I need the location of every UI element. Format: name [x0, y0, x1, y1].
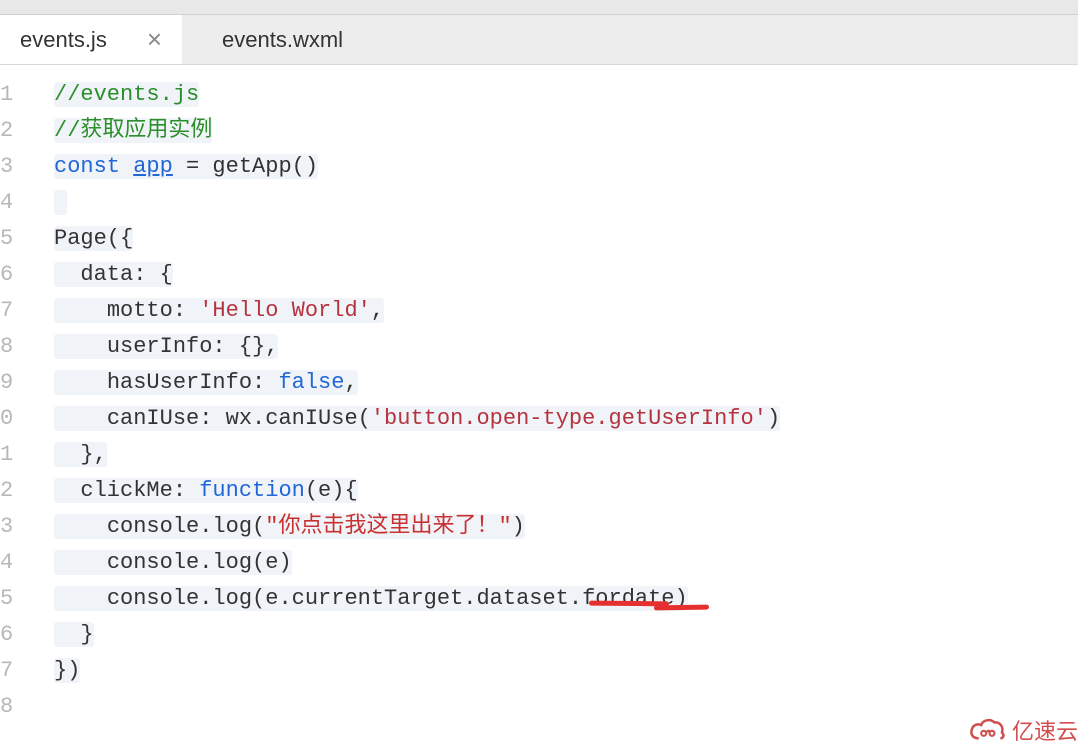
code-text: = getApp()	[173, 154, 318, 179]
line-number: 3	[0, 149, 11, 185]
code-line: //events.js	[54, 77, 1078, 113]
code-line: //获取应用实例	[54, 113, 1078, 149]
code-line: console.log(e.currentTarget.dataset.ford…	[54, 581, 1078, 617]
line-number: 1	[0, 77, 11, 113]
watermark: 亿速云	[967, 714, 1078, 746]
line-number: 4	[0, 185, 11, 221]
code-line: Page({	[54, 221, 1078, 257]
code-text: })	[54, 658, 80, 683]
line-number: 5	[0, 581, 11, 617]
code-line: })	[54, 653, 1078, 689]
code-line: },	[54, 437, 1078, 473]
code-line: console.log("你点击我这里出来了！")	[54, 509, 1078, 545]
line-number: 4	[0, 545, 11, 581]
code-text: console.log(e)	[107, 550, 292, 575]
code-content[interactable]: //events.js //获取应用实例 const app = getApp(…	[14, 65, 1078, 756]
comment: //events.js	[54, 82, 199, 107]
line-gutter: 1 2 3 4 5 6 7 8 9 0 1 2 3 4 5 6 7 8	[0, 65, 14, 756]
keyword: function	[199, 478, 305, 503]
string: "你点击我这里出来了！"	[265, 514, 511, 539]
tab-events-js[interactable]: events.js ×	[0, 15, 182, 64]
annotation-underline	[654, 605, 709, 611]
line-number: 1	[0, 437, 11, 473]
tab-label: events.js	[20, 27, 107, 53]
code-text: console.log(e.currentTarget.dataset.ford…	[107, 586, 688, 611]
tab-bar: events.js × events.wxml	[0, 15, 1078, 65]
code-text: },	[80, 442, 106, 467]
code-line: data: {	[54, 257, 1078, 293]
line-number: 3	[0, 509, 11, 545]
string: 'button.open-type.getUserInfo'	[371, 406, 767, 431]
line-number: 5	[0, 221, 11, 257]
code-line: motto: 'Hello World',	[54, 293, 1078, 329]
code-line: console.log(e)	[54, 545, 1078, 581]
close-icon[interactable]: ×	[147, 24, 162, 55]
code-text: clickMe:	[80, 478, 199, 503]
code-line: canIUse: wx.canIUse('button.open-type.ge…	[54, 401, 1078, 437]
code-text: Page({	[54, 226, 133, 251]
comment: //获取应用实例	[54, 118, 212, 143]
code-line: userInfo: {},	[54, 329, 1078, 365]
tab-events-wxml[interactable]: events.wxml	[182, 15, 363, 64]
editor-area: 1 2 3 4 5 6 7 8 9 0 1 2 3 4 5 6 7 8 //ev…	[0, 65, 1078, 756]
code-text: userInfo: {},	[107, 334, 279, 359]
code-text: canIUse: wx.canIUse(	[107, 406, 371, 431]
window-frame	[0, 0, 1078, 15]
cloud-icon	[967, 715, 1007, 745]
code-line: hasUserInfo: false,	[54, 365, 1078, 401]
line-number: 7	[0, 293, 11, 329]
code-text: hasUserInfo:	[107, 370, 279, 395]
boolean: false	[278, 370, 344, 395]
code-line	[54, 185, 1078, 221]
code-text: console.log(	[107, 514, 265, 539]
line-number: 2	[0, 113, 11, 149]
line-number: 8	[0, 689, 11, 725]
code-text: data: {	[80, 262, 172, 287]
code-line: }	[54, 617, 1078, 653]
variable: app	[133, 154, 173, 179]
code-text: }	[80, 622, 93, 647]
code-text: motto:	[107, 298, 199, 323]
tab-label: events.wxml	[222, 27, 343, 53]
code-line: clickMe: function(e){	[54, 473, 1078, 509]
line-number: 0	[0, 401, 11, 437]
string: 'Hello World'	[199, 298, 371, 323]
code-line: const app = getApp()	[54, 149, 1078, 185]
line-number: 6	[0, 617, 11, 653]
keyword: const	[54, 154, 120, 179]
line-number: 9	[0, 365, 11, 401]
watermark-text: 亿速云	[1012, 714, 1078, 746]
line-number: 2	[0, 473, 11, 509]
line-number: 6	[0, 257, 11, 293]
line-number: 7	[0, 653, 11, 689]
line-number: 8	[0, 329, 11, 365]
